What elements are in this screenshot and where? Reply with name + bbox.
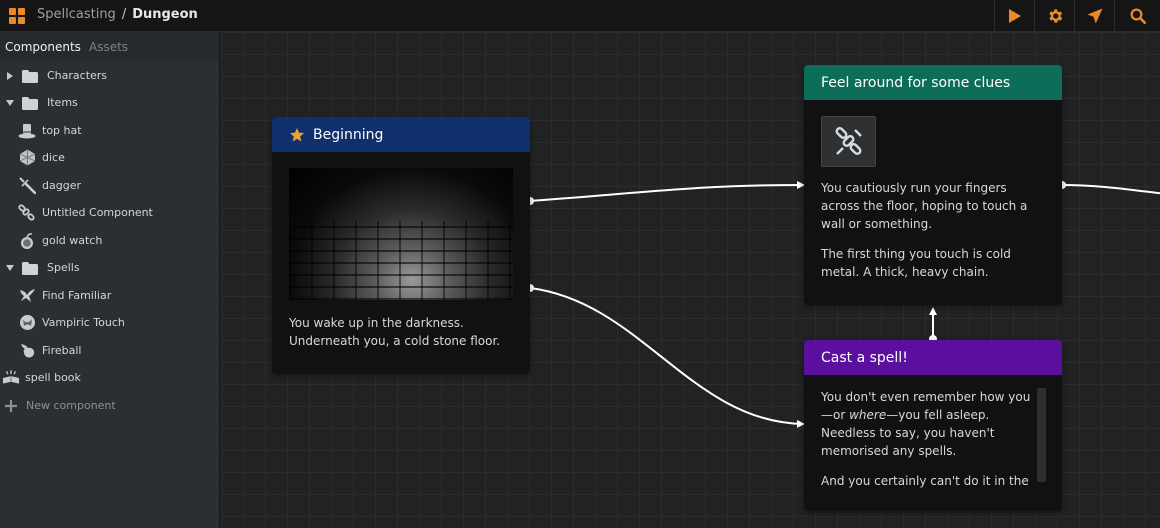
sidebar-item-label: Items [47,96,78,109]
star-icon [290,127,304,141]
dice-icon [18,149,36,167]
search-button[interactable] [1114,0,1160,32]
sidebar-item-label: dice [42,151,65,164]
sidebar-item-dagger[interactable]: dagger [18,172,81,199]
pocket-watch-icon [18,232,36,250]
folder-icon [22,261,38,275]
card-title: Beginning [313,126,384,143]
card-text: The first thing you touch is cold metal.… [821,247,1011,279]
bird-icon [18,287,36,305]
sidebar-item-label: Spells [47,261,80,274]
vampire-icon [18,314,36,332]
app-grid-icon[interactable] [9,8,25,24]
dagger-icon [18,177,36,195]
card-text: You cautiously run your fingers across t… [821,181,1028,231]
top-bar: Spellcasting / Dungeon [0,0,1160,32]
folder-icon [22,96,38,110]
sidebar-item-vampiric-touch[interactable]: Vampiric Touch [18,309,125,336]
sidebar-item-gold-watch[interactable]: gold watch [18,227,102,254]
play-icon [1008,9,1021,23]
plus-icon [4,397,18,415]
card-title: Feel around for some clues [821,74,1011,91]
publish-button[interactable] [1074,0,1114,32]
sidebar-item-label: Find Familiar [42,289,112,302]
breadcrumb-current: Dungeon [132,7,198,22]
chain-component-thumbnail[interactable] [821,116,876,167]
sidebar-item-label: top hat [42,124,82,137]
chevron-down-icon[interactable] [4,99,16,106]
tab-components[interactable]: Components [5,40,81,54]
breadcrumb-project[interactable]: Spellcasting [37,7,116,22]
wire-clues-outgoing [1061,184,1160,195]
breadcrumb-separator: / [121,7,127,22]
sidebar-item-untitled-component[interactable]: Untitled Component [18,199,153,226]
settings-button[interactable] [1034,0,1074,32]
tab-assets[interactable]: Assets [89,40,128,54]
card-body: You don't even remember how you—or where… [804,375,1062,490]
card-header[interactable]: Cast a spell! [804,340,1062,375]
story-canvas[interactable]: Beginning You wake up in the darkness. U… [221,32,1160,528]
sidebar-item-label: Characters [47,69,108,82]
card-text: You wake up in the darkness. Underneath … [289,316,501,348]
chain-icon [835,126,862,155]
sidebar: Components Assets Characters Items top h… [0,32,220,528]
folder-icon [22,69,38,83]
wire-beginning-to-clues [529,181,805,202]
sidebar-item-fireball[interactable]: Fireball [18,337,81,364]
sidebar-item-top-hat[interactable]: top hat [18,117,82,144]
sidebar-item-dice[interactable]: dice [18,144,65,171]
card-text-emphasis: where [849,408,887,422]
card-text: And you certainly can't do it in the [821,474,1029,488]
chevron-right-icon[interactable] [4,71,16,80]
card-title: Cast a spell! [821,349,908,366]
wire-beginning-to-spell [529,287,805,428]
card-header[interactable]: Beginning [272,117,530,152]
spell-book-icon [2,369,20,387]
sidebar-folder-characters[interactable]: Characters [4,62,107,89]
card-body: You cautiously run your fingers across t… [804,100,1062,281]
sidebar-item-find-familiar[interactable]: Find Familiar [18,282,111,309]
breadcrumb: Spellcasting / Dungeon [37,7,198,22]
sidebar-item-label: dagger [42,179,81,192]
top-hat-icon [18,122,36,140]
card-header[interactable]: Feel around for some clues [804,65,1062,100]
new-component-button[interactable]: New component [4,392,116,419]
sidebar-folder-items[interactable]: Items [4,89,78,116]
gear-icon [1048,9,1062,23]
sidebar-item-spell-book[interactable]: spell book [2,364,81,391]
sidebar-tabs: Components Assets [0,32,219,61]
card-body: You wake up in the darkness. Underneath … [272,152,530,350]
search-icon [1130,8,1146,25]
fireball-icon [18,342,36,360]
sidebar-folder-spells[interactable]: Spells [4,254,80,281]
stone-floor-image [289,168,513,300]
sidebar-item-label: gold watch [42,234,103,247]
new-component-label: New component [26,399,116,412]
sidebar-item-label: Fireball [42,344,82,357]
chevron-down-icon[interactable] [4,264,16,271]
play-button[interactable] [994,0,1034,32]
passage-card-clues[interactable]: Feel around for some clues You cautiousl… [804,65,1062,305]
card-text: You don't even remember how you—or where… [821,388,1034,460]
passage-card-cast-spell[interactable]: Cast a spell! You don't even remember ho… [804,340,1062,511]
sidebar-item-label: Vampiric Touch [42,316,125,329]
card-scrollbar[interactable] [1037,388,1046,482]
send-icon [1087,8,1102,24]
passage-card-beginning[interactable]: Beginning You wake up in the darkness. U… [272,117,530,374]
chain-icon [18,203,36,222]
sidebar-item-label: Untitled Component [42,206,153,219]
sidebar-item-label: spell book [25,371,81,384]
